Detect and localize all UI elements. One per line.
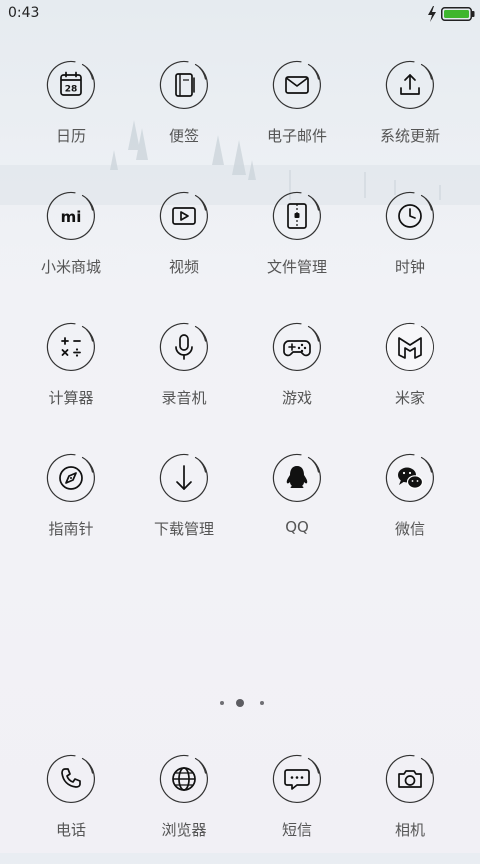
globe-icon — [159, 754, 208, 803]
app-icon-ring — [159, 754, 209, 804]
app-icon-ring — [46, 754, 96, 804]
app-globe[interactable]: 浏览器 — [136, 754, 232, 864]
app-icon-ring — [385, 754, 435, 804]
camera-icon — [385, 754, 434, 803]
app-message[interactable]: 短信 — [249, 754, 345, 864]
app-label: 短信 — [281, 821, 312, 839]
app-label: 浏览器 — [161, 821, 207, 839]
phone-icon — [46, 754, 95, 803]
app-label: 相机 — [394, 821, 425, 839]
message-icon — [272, 754, 321, 803]
dock: 电话 浏览器 短信 相机 — [0, 0, 480, 853]
app-phone[interactable]: 电话 — [23, 754, 119, 864]
app-icon-ring — [272, 754, 322, 804]
app-camera[interactable]: 相机 — [362, 754, 458, 864]
app-label: 电话 — [55, 821, 86, 839]
